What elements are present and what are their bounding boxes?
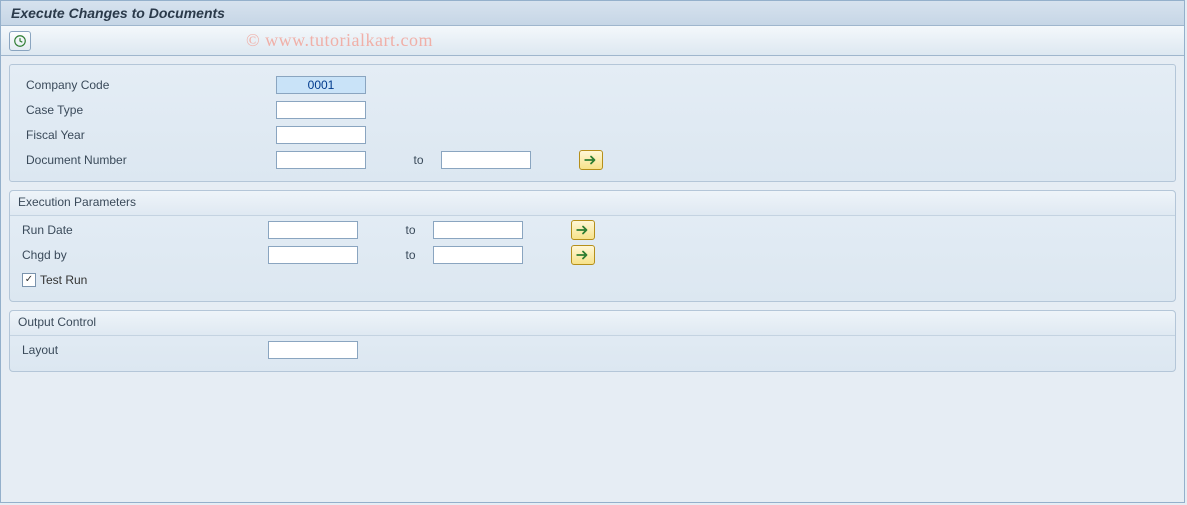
run-date-to-input[interactable] <box>433 221 523 239</box>
test-run-checkbox[interactable]: ✓ <box>22 273 36 287</box>
multiselect-arrow-icon <box>576 224 590 236</box>
toolbar: © www.tutorialkart.com <box>1 26 1184 56</box>
to-label: to <box>388 223 433 237</box>
group-output-control: Output Control Layout <box>9 310 1176 372</box>
row-case-type: Case Type <box>18 99 1167 121</box>
chgd-by-from-input[interactable] <box>268 246 358 264</box>
row-run-date: Run Date to <box>10 219 1175 241</box>
title-bar: Execute Changes to Documents <box>1 1 1184 26</box>
label-company-code: Company Code <box>26 78 276 92</box>
document-number-to-input[interactable] <box>441 151 531 169</box>
to-label: to <box>396 153 441 167</box>
run-date-multisel-button[interactable] <box>571 220 595 240</box>
multiselect-arrow-icon <box>584 154 598 166</box>
group-title-exec: Execution Parameters <box>10 191 1175 216</box>
row-document-number: Document Number to <box>18 149 1167 171</box>
company-code-input[interactable] <box>276 76 366 94</box>
watermark-text: © www.tutorialkart.com <box>246 30 433 51</box>
execute-clock-icon <box>13 34 27 48</box>
layout-input[interactable] <box>268 341 358 359</box>
row-test-run: ✓ Test Run <box>10 269 1175 291</box>
page-title: Execute Changes to Documents <box>11 5 225 21</box>
row-layout: Layout <box>10 339 1175 361</box>
app-window: Execute Changes to Documents © www.tutor… <box>0 0 1185 503</box>
form-body: Company Code Case Type Fiscal Year Docum… <box>1 56 1184 388</box>
label-document-number: Document Number <box>26 153 276 167</box>
fiscal-year-input[interactable] <box>276 126 366 144</box>
group-execution-parameters: Execution Parameters Run Date to Chgd by… <box>9 190 1176 302</box>
row-chgd-by: Chgd by to <box>10 244 1175 266</box>
execute-button[interactable] <box>9 31 31 51</box>
row-fiscal-year: Fiscal Year <box>18 124 1167 146</box>
label-layout: Layout <box>18 343 268 357</box>
label-run-date: Run Date <box>18 223 268 237</box>
chgd-by-multisel-button[interactable] <box>571 245 595 265</box>
multiselect-arrow-icon <box>576 249 590 261</box>
case-type-input[interactable] <box>276 101 366 119</box>
row-company-code: Company Code <box>18 74 1167 96</box>
label-case-type: Case Type <box>26 103 276 117</box>
document-number-multisel-button[interactable] <box>579 150 603 170</box>
selection-block: Company Code Case Type Fiscal Year Docum… <box>9 64 1176 182</box>
run-date-from-input[interactable] <box>268 221 358 239</box>
label-chgd-by: Chgd by <box>18 248 268 262</box>
chgd-by-to-input[interactable] <box>433 246 523 264</box>
label-test-run: Test Run <box>40 273 87 287</box>
to-label: to <box>388 248 433 262</box>
label-fiscal-year: Fiscal Year <box>26 128 276 142</box>
document-number-from-input[interactable] <box>276 151 366 169</box>
group-title-output: Output Control <box>10 311 1175 336</box>
